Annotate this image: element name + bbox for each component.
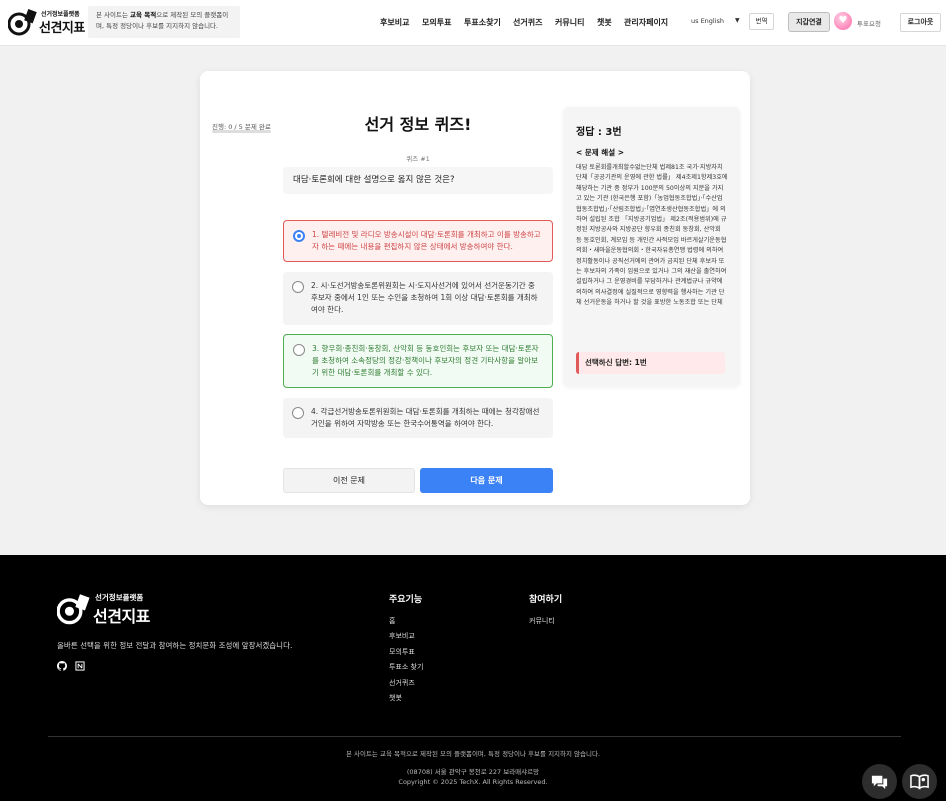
github-icon[interactable] bbox=[57, 661, 67, 671]
option-text: 3. 향우회·종친회·동창회, 산악회 등 동호인회는 후보자 또는 대담·토론… bbox=[312, 344, 539, 377]
footer-copyright: Copyright © 2025 TechX. All Rights Reser… bbox=[398, 778, 548, 786]
footer-link-community[interactable]: 커뮤니티 bbox=[529, 616, 555, 626]
explanation-heading: < 문제 해설 > bbox=[576, 148, 625, 157]
disclaimer-notice: 본 사이트는 교육 목적으로 제작된 모의 플랫폼이며, 특정 정당이나 후보를… bbox=[88, 6, 240, 38]
correct-answer-title: 정답 : 3번 bbox=[576, 127, 622, 138]
option-text: 2. 시·도선거방송토론위원회는 시·도지사선거에 있어서 선거운동기간 중 후… bbox=[311, 281, 538, 314]
footer-logo-subtitle: 선거정보플랫폼 bbox=[95, 593, 144, 602]
footer-participate-title: 참여하기 bbox=[529, 595, 563, 605]
prev-question-button[interactable]: 이전 문제 bbox=[283, 468, 415, 493]
guide-fab-button[interactable] bbox=[902, 764, 937, 799]
radio-icon[interactable] bbox=[292, 407, 304, 419]
footer-divider bbox=[48, 736, 901, 737]
logo-eye-icon bbox=[8, 8, 37, 36]
footer-logo-title: 선견지표 bbox=[93, 607, 150, 626]
footer-link-home[interactable]: 홈 bbox=[389, 616, 395, 626]
notice-text: 본 사이트는 bbox=[96, 11, 131, 19]
answer-option-4[interactable]: 4. 각급선거방송토론위원회는 대담·토론회를 개최하는 때에는 청각장애선거인… bbox=[283, 398, 553, 438]
vote-request-link[interactable]: 투표요청 bbox=[857, 18, 881, 28]
quiz-card: 진행: 0 / 5 문제 완료 선거 정보 퀴즈! 퀴즈 #1 대담·토론회에 … bbox=[200, 71, 750, 505]
radio-icon[interactable] bbox=[292, 281, 304, 293]
footer-features-title: 주요기능 bbox=[389, 595, 423, 605]
option-text: 1. 텔레비전 및 라디오 방송시설이 대담·토론회를 개최하고 이를 방송하고… bbox=[312, 230, 541, 251]
radio-selected-icon[interactable] bbox=[293, 230, 305, 242]
footer-tagline: 올바른 선택을 위한 정보 전달과 참여하는 정치문화 조성에 앞장서겠습니다. bbox=[57, 641, 293, 650]
site-footer: 선거정보플랫폼 선견지표 올바른 선택을 위한 정보 전달과 참여하는 정치문화… bbox=[0, 555, 946, 801]
translate-button[interactable]: 번역 bbox=[749, 13, 774, 30]
radio-icon[interactable] bbox=[293, 344, 305, 356]
nav-mock-vote[interactable]: 모의투표 bbox=[422, 17, 451, 28]
selected-answer-box: 선택하신 답변: 1번 bbox=[576, 352, 725, 374]
footer-link-candidate-compare[interactable]: 후보비교 bbox=[389, 631, 415, 641]
logo-eye-icon bbox=[57, 594, 90, 625]
answer-option-2[interactable]: 2. 시·도선거방송토론위원회는 시·도지사선거에 있어서 선거운동기간 중 후… bbox=[283, 272, 553, 325]
language-select[interactable]: us English bbox=[691, 17, 724, 25]
logout-button[interactable]: 로그아웃 bbox=[900, 13, 941, 32]
answer-option-1[interactable]: 1. 텔레비전 및 라디오 방송시설이 대담·토론회를 개최하고 이를 방송하고… bbox=[283, 220, 553, 262]
footer-link-election-quiz[interactable]: 선거퀴즈 bbox=[389, 678, 415, 688]
footer-address: (08708) 서울 관악구 봉천로 227 보라매샤르망 bbox=[406, 768, 540, 776]
chat-icon bbox=[871, 775, 888, 790]
footer-link-polling-place[interactable]: 투표소 찾기 bbox=[389, 662, 423, 672]
notion-icon[interactable] bbox=[75, 661, 85, 671]
option-text: 4. 각급선거방송토론위원회는 대담·토론회를 개최하는 때에는 청각장애선거인… bbox=[311, 407, 540, 428]
footer-logo[interactable]: 선거정보플랫폼 선견지표 bbox=[57, 590, 157, 630]
footer-link-mock-vote[interactable]: 모의투표 bbox=[389, 647, 415, 657]
nav-community[interactable]: 커뮤니티 bbox=[555, 17, 584, 28]
top-header: 선거정보플랫폼 선견지표 본 사이트는 교육 목적으로 제작된 모의 플랫폼이며… bbox=[0, 0, 946, 46]
notice-bold: 교육 목적 bbox=[130, 11, 157, 19]
logo-title: 선견지표 bbox=[39, 21, 85, 36]
chat-fab-button[interactable] bbox=[862, 764, 897, 799]
quiz-title: 선거 정보 퀴즈! bbox=[364, 115, 472, 134]
quiz-number: 퀴즈 #1 bbox=[406, 155, 430, 163]
footer-link-chatbot[interactable]: 챗봇 bbox=[389, 693, 402, 703]
heart-icon[interactable]: ♥ bbox=[834, 12, 852, 30]
answer-option-3[interactable]: 3. 향우회·종친회·동창회, 산악회 등 동호인회는 후보자 또는 대담·토론… bbox=[283, 334, 553, 388]
site-logo[interactable]: 선거정보플랫폼 선견지표 bbox=[8, 6, 86, 38]
question-text: 대담·토론회에 대한 설명으로 옳지 않은 것은? bbox=[283, 167, 553, 194]
progress-bar bbox=[212, 130, 271, 133]
chevron-down-icon[interactable]: ▼ bbox=[735, 17, 740, 24]
connect-wallet-button[interactable]: 지갑연결 bbox=[788, 12, 830, 32]
nav-chatbot[interactable]: 챗봇 bbox=[597, 17, 612, 28]
answer-explanation-panel: 정답 : 3번 < 문제 해설 > 대담 토론회를개최할수없는단체 법제81조 … bbox=[563, 107, 740, 387]
nav-admin[interactable]: 관리자페이지 bbox=[624, 17, 668, 28]
next-question-button[interactable]: 다음 문제 bbox=[420, 468, 553, 493]
explanation-body: 대담 토론회를개최할수없는단체 법제81조 국가·지방자치단체「공공기관의 운영… bbox=[576, 164, 728, 307]
nav-candidate-compare[interactable]: 후보비교 bbox=[380, 17, 409, 28]
book-icon bbox=[910, 774, 929, 790]
nav-polling-place[interactable]: 투표소찾기 bbox=[464, 17, 501, 28]
footer-disclaimer: 본 사이트는 교육 목적으로 제작된 모의 플랫폼이며, 특정 정당이나 후보를… bbox=[345, 750, 601, 758]
nav-election-quiz[interactable]: 선거퀴즈 bbox=[513, 17, 542, 28]
